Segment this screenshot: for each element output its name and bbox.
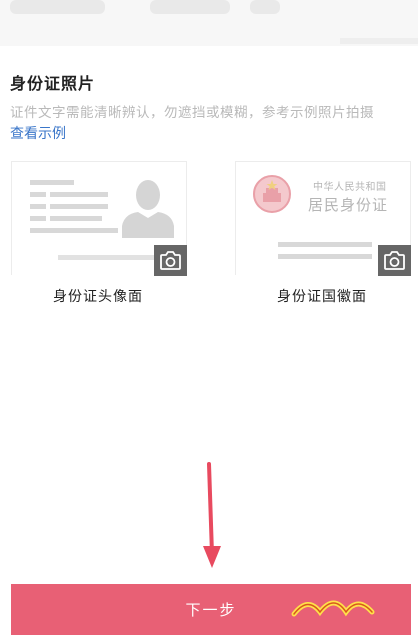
watermark-logo-icon bbox=[291, 600, 375, 617]
back-camera-button[interactable] bbox=[378, 245, 411, 276]
section-title: 身份证照片 bbox=[10, 74, 96, 93]
placeholder-line bbox=[58, 255, 154, 260]
emblem-line2: 居民身份证 bbox=[308, 196, 389, 214]
placeholder-line bbox=[30, 204, 46, 209]
view-example-link[interactable]: 查看示例 bbox=[10, 123, 66, 143]
placeholder-line bbox=[278, 242, 372, 247]
blurred-text bbox=[250, 0, 280, 14]
placeholder-line bbox=[50, 192, 108, 197]
front-camera-button[interactable] bbox=[154, 245, 187, 276]
placeholder-line bbox=[30, 228, 118, 233]
portrait-silhouette-icon bbox=[122, 180, 174, 238]
blurred-text bbox=[10, 0, 105, 14]
placeholder-line bbox=[278, 254, 372, 259]
placeholder-line bbox=[50, 204, 108, 209]
placeholder-line bbox=[30, 180, 74, 185]
annotation-arrow-icon bbox=[203, 462, 221, 568]
placeholder-line bbox=[50, 216, 102, 221]
divider bbox=[340, 38, 418, 44]
placeholder-line bbox=[30, 216, 46, 221]
placeholder-line bbox=[30, 192, 46, 197]
id-back-upload-card[interactable]: 中华人民共和国 居民身份证 bbox=[235, 161, 411, 276]
hint-text: 证件文字需能清晰辨认，勿遮挡或模糊，参考示例照片拍摄 bbox=[10, 105, 374, 121]
id-front-upload-card[interactable] bbox=[11, 161, 187, 276]
camera-icon bbox=[384, 251, 405, 270]
front-card-caption: 身份证头像面 bbox=[53, 289, 143, 305]
emblem-line1: 中华人民共和国 bbox=[313, 182, 387, 193]
watermark-logo bbox=[290, 588, 376, 628]
camera-icon bbox=[160, 251, 181, 270]
national-emblem-icon bbox=[253, 175, 291, 213]
back-card-caption: 身份证国徽面 bbox=[277, 289, 367, 305]
blurred-text bbox=[150, 0, 230, 14]
